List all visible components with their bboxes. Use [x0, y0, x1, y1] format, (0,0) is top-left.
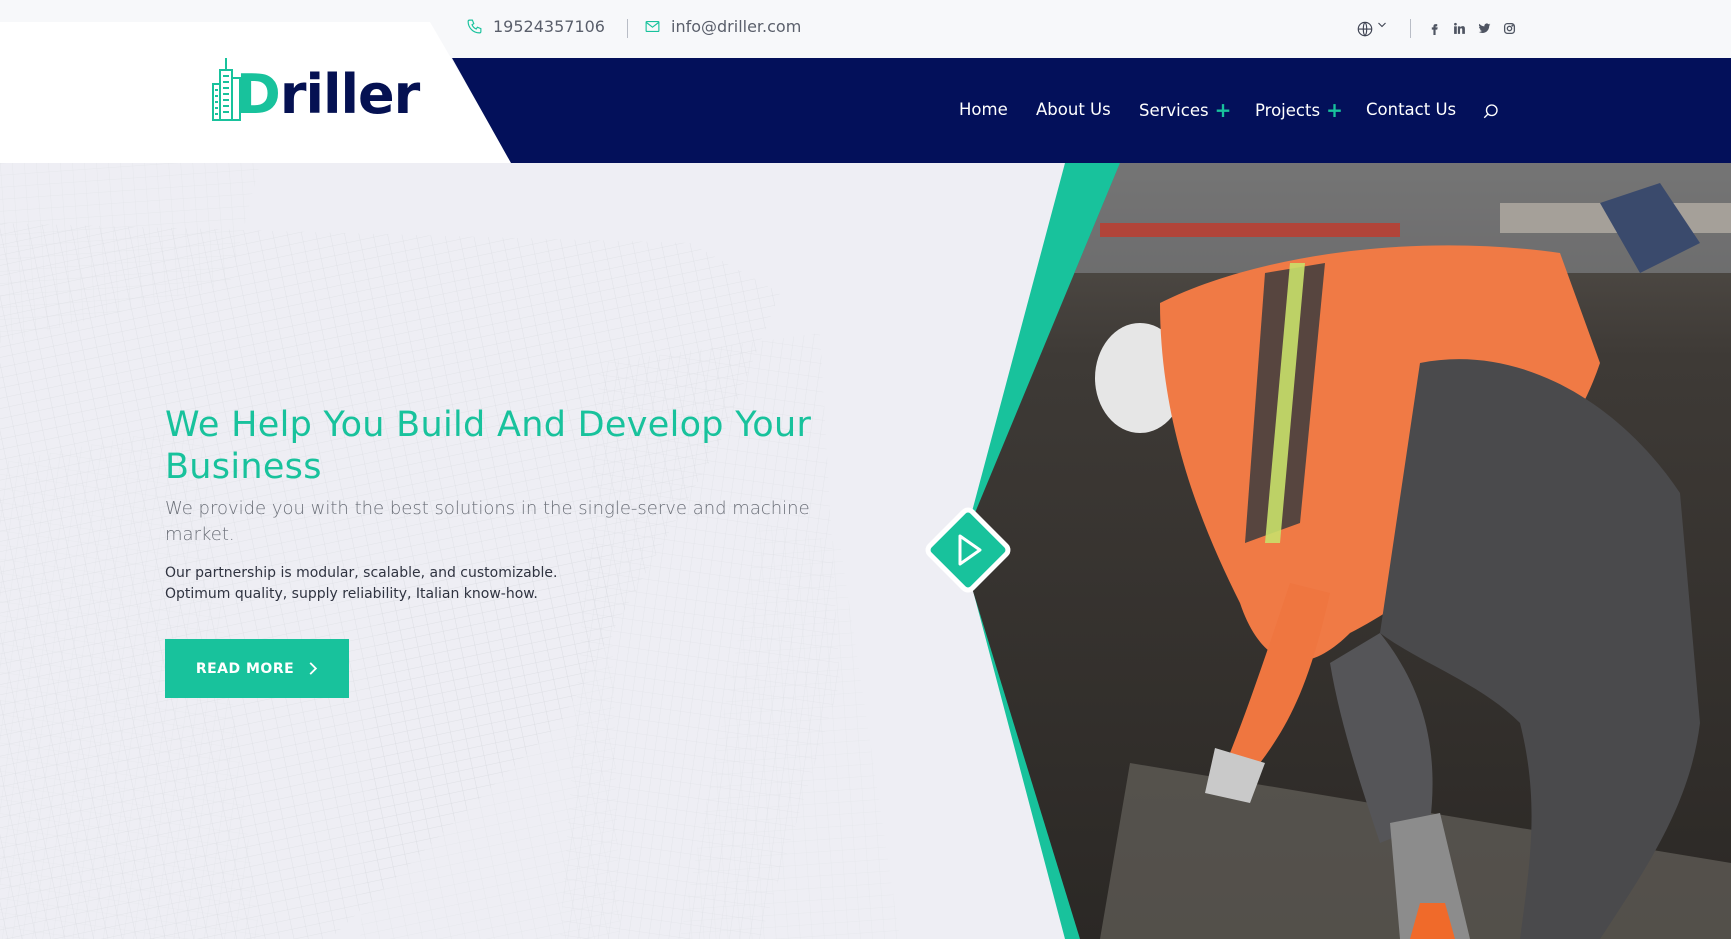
- chevron-right-icon: [309, 662, 318, 675]
- hero-description-line-2: Optimum quality, supply reliability, Ita…: [165, 586, 538, 602]
- logo-wordmark: Driller: [236, 68, 420, 122]
- logo-rest: riller: [279, 63, 420, 126]
- nav-about-us-label: About Us: [1036, 100, 1111, 119]
- nav-about-us[interactable]: About Us: [1036, 100, 1111, 119]
- topbar-divider-right: [1410, 19, 1411, 38]
- globe-icon: [1357, 21, 1373, 37]
- nav-home[interactable]: Home: [959, 100, 1008, 119]
- search-icon[interactable]: [1482, 102, 1500, 120]
- hero-subtitle: We provide you with the best solutions i…: [165, 498, 810, 545]
- nav-services-label: Services: [1139, 100, 1209, 120]
- email-contact[interactable]: info@driller.com: [644, 17, 801, 36]
- phone-contact[interactable]: 19524357106: [466, 17, 605, 36]
- email-address[interactable]: info@driller.com: [671, 17, 801, 36]
- chevron-down-icon: [1378, 22, 1386, 28]
- mail-icon: [645, 20, 660, 33]
- construction-worker-image: [960, 163, 1731, 939]
- logo-first-letter: D: [236, 63, 281, 126]
- hero-section: [0, 163, 1731, 939]
- plus-icon: +: [1214, 98, 1232, 122]
- hero-title: We Help You Build And Develop Your Busin…: [165, 405, 812, 487]
- topbar-divider: [627, 19, 628, 38]
- read-more-label: READ MORE: [195, 660, 295, 677]
- nav-services[interactable]: Services +: [1139, 100, 1231, 120]
- instagram-icon[interactable]: [1503, 21, 1516, 36]
- nav-projects[interactable]: Projects +: [1255, 100, 1343, 120]
- nav-projects-label: Projects: [1255, 100, 1321, 120]
- phone-number[interactable]: 19524357106: [493, 17, 605, 36]
- nav-contact-us-label: Contact Us: [1366, 100, 1457, 119]
- play-video-button[interactable]: [924, 506, 1012, 594]
- phone-icon: [467, 19, 482, 34]
- page: 19524357106 info@driller.com Driller Hom…: [0, 0, 1731, 939]
- site-logo[interactable]: Driller: [212, 56, 420, 122]
- facebook-icon[interactable]: [1428, 21, 1441, 36]
- linkedin-icon[interactable]: [1453, 21, 1466, 36]
- nav-home-label: Home: [959, 100, 1008, 119]
- hero-photo-panel: [960, 163, 1731, 939]
- read-more-button[interactable]: READ MORE: [165, 639, 349, 698]
- social-links: [1428, 21, 1516, 36]
- twitter-icon[interactable]: [1478, 21, 1491, 36]
- nav-contact-us[interactable]: Contact Us: [1366, 100, 1456, 119]
- hero-description-line-1: Our partnership is modular, scalable, an…: [165, 565, 558, 581]
- language-selector[interactable]: [1356, 20, 1388, 38]
- plus-icon: +: [1326, 98, 1343, 122]
